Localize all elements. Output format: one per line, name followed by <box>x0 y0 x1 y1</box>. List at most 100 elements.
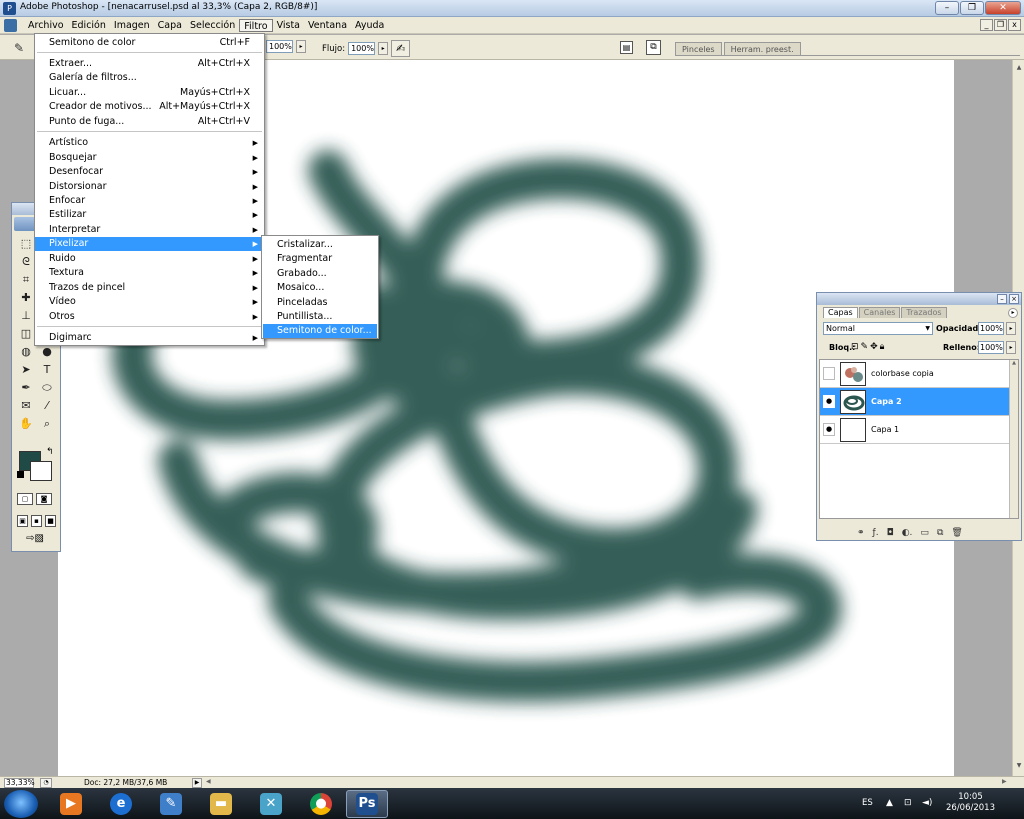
system-clock[interactable]: 10:05 26/06/2013 <box>946 792 995 814</box>
panel-menu-icon[interactable]: ▸ <box>1008 308 1018 318</box>
tab-trazados[interactable]: Trazados <box>901 307 947 318</box>
minimize-button[interactable]: – <box>935 1 959 15</box>
menu-item-distorsionar[interactable]: Distorsionar ▶ <box>35 180 264 194</box>
submenu-item-cristalizar[interactable]: Cristalizar... <box>263 238 377 252</box>
swap-colors-icon[interactable]: ↰ <box>46 447 54 457</box>
lock-all-icon[interactable]: 🔒︎ <box>880 342 887 352</box>
doc-minimize-button[interactable]: _ <box>980 19 993 31</box>
new-group-icon[interactable]: ▭ <box>920 528 929 538</box>
menu-capa[interactable]: Capa <box>154 19 186 32</box>
menu-item-interpretar[interactable]: Interpretar ▶ <box>35 223 264 237</box>
fill-arrow-icon[interactable]: ▸ <box>1006 341 1016 354</box>
jump-to-imageready-icon[interactable]: ⇨▧ <box>17 534 53 546</box>
menu-item-enfocar[interactable]: Enfocar ▶ <box>35 194 264 208</box>
menu-item-extraer[interactable]: Extraer... Alt+Ctrl+X <box>35 57 264 71</box>
tab-capas[interactable]: Capas <box>823 307 858 318</box>
doc-restore-button[interactable]: ❐ <box>994 19 1007 31</box>
menu-ventana[interactable]: Ventana <box>304 19 351 32</box>
start-button[interactable] <box>4 790 38 818</box>
submenu-item-grabado[interactable]: Grabado... <box>263 267 377 281</box>
doc-close-button[interactable]: x <box>1008 19 1021 31</box>
palette-options-icon[interactable]: ▤ <box>620 41 633 54</box>
flow-input[interactable]: 100% <box>348 42 376 55</box>
quick-mask-mode-icon[interactable]: ◙ <box>36 493 52 505</box>
layers-scrollbar[interactable]: ▲ <box>1009 360 1018 518</box>
submenu-item-semitono-color[interactable]: Semitono de color... <box>263 324 377 338</box>
menu-item-last-filter[interactable]: Semitono de color Ctrl+F <box>35 36 264 50</box>
layer-row[interactable]: colorbase copia <box>820 360 1009 388</box>
lock-position-icon[interactable]: ✥ <box>870 342 880 352</box>
taskbar-chrome[interactable]: ● <box>300 790 342 818</box>
show-hidden-icons-icon[interactable]: ▲ <box>886 798 893 808</box>
submenu-item-fragmentar[interactable]: Fragmentar <box>263 252 377 266</box>
panel-minimize-icon[interactable]: – <box>997 294 1007 304</box>
taskbar-file-explorer[interactable]: ▬ <box>200 790 242 818</box>
layer-row-selected[interactable]: ● Capa 2 <box>820 388 1009 416</box>
airbrush-icon[interactable]: ✍ <box>391 40 411 57</box>
menu-item-video[interactable]: Vídeo ▶ <box>35 295 264 309</box>
menu-imagen[interactable]: Imagen <box>110 19 154 32</box>
lock-pixels-icon[interactable]: ✎ <box>861 342 871 352</box>
menu-seleccion[interactable]: Selección <box>186 19 239 32</box>
menu-vista[interactable]: Vista <box>273 19 304 32</box>
type-tool-icon[interactable]: T <box>38 362 56 377</box>
scroll-down-icon[interactable]: ▼ <box>1014 762 1024 772</box>
layers-panel-header[interactable]: – × <box>817 293 1021 305</box>
eraser-tool-icon[interactable]: ◫ <box>17 326 35 341</box>
standard-screen-mode-icon[interactable]: ▣ <box>17 515 28 527</box>
flow-arrow-icon[interactable]: ▸ <box>378 42 389 55</box>
blur-tool-icon[interactable]: ◍ <box>17 344 35 359</box>
new-layer-icon[interactable]: ⧉ <box>937 528 943 538</box>
menu-item-trazos-pincel[interactable]: Trazos de pincel ▶ <box>35 281 264 295</box>
healing-brush-tool-icon[interactable]: ✚ <box>17 290 35 305</box>
scroll-up-icon[interactable]: ▲ <box>1014 64 1024 74</box>
fill-input[interactable]: 100% <box>978 341 1004 354</box>
menu-item-creador-motivos[interactable]: Creador de motivos... Alt+Mayús+Ctrl+X <box>35 100 264 114</box>
clone-stamp-tool-icon[interactable]: ⊥ <box>17 308 35 323</box>
close-button[interactable]: ✕ <box>985 1 1021 15</box>
maximize-button[interactable]: ❐ <box>960 1 984 15</box>
lasso-tool-icon[interactable]: ᘓ <box>17 254 35 269</box>
visibility-toggle[interactable] <box>823 367 835 380</box>
full-screen-mode-icon[interactable]: ■ <box>45 515 56 527</box>
tab-pinceles[interactable]: Pinceles <box>675 42 722 56</box>
eye-icon[interactable]: ● <box>823 423 835 436</box>
menu-archivo[interactable]: Archivo <box>24 19 68 32</box>
menu-item-ruido[interactable]: Ruido ▶ <box>35 252 264 266</box>
layer-opacity-arrow-icon[interactable]: ▸ <box>1006 322 1016 335</box>
menu-item-estilizar[interactable]: Estilizar ▶ <box>35 208 264 222</box>
eyedropper-tool-icon[interactable]: ⁄ <box>38 398 56 413</box>
crop-tool-icon[interactable]: ⌗ <box>17 272 35 287</box>
opacity-input[interactable]: 100% <box>266 40 293 53</box>
menu-item-desenfocar[interactable]: Desenfocar ▶ <box>35 165 264 179</box>
path-selection-tool-icon[interactable]: ➤ <box>17 362 35 377</box>
tab-herramientas-preestablecidas[interactable]: Herram. preest. <box>723 42 801 56</box>
taskbar-paint[interactable]: ✎ <box>150 790 192 818</box>
panel-close-icon[interactable]: × <box>1009 294 1019 304</box>
link-layers-icon[interactable]: ⚭ <box>857 528 865 538</box>
zoom-level-input[interactable]: 33,33% <box>4 778 35 788</box>
menu-item-pixelizar[interactable]: Pixelizar ▶ <box>35 237 264 251</box>
menu-item-otros[interactable]: Otros ▶ <box>35 310 264 324</box>
blend-mode-select[interactable]: Normal ▼ <box>823 322 933 335</box>
delete-layer-icon[interactable]: 🗑︎ <box>951 528 962 538</box>
zoom-preview-icon[interactable]: ◔ <box>40 778 52 788</box>
full-screen-menu-mode-icon[interactable]: ▪ <box>31 515 42 527</box>
menu-item-digimarc[interactable]: Digimarc ▶ <box>35 331 264 345</box>
status-menu-arrow-icon[interactable]: ▶ <box>192 778 202 788</box>
shape-tool-icon[interactable]: ⬭ <box>38 380 56 395</box>
menu-item-artistico[interactable]: Artístico ▶ <box>35 136 264 150</box>
menu-filtro[interactable]: Filtro <box>239 19 273 32</box>
menu-item-punto-fuga[interactable]: Punto de fuga... Alt+Ctrl+V <box>35 115 264 129</box>
lock-transparency-icon[interactable]: ⊡ <box>851 342 861 352</box>
menu-item-textura[interactable]: Textura ▶ <box>35 266 264 280</box>
default-colors-icon[interactable] <box>17 471 24 478</box>
notes-tool-icon[interactable]: ✉ <box>17 398 35 413</box>
submenu-item-pinceladas[interactable]: Pinceladas <box>263 296 377 310</box>
menu-ayuda[interactable]: Ayuda <box>351 19 388 32</box>
layer-style-icon[interactable]: ƒ. <box>873 528 879 538</box>
brush-tool-icon[interactable]: ✎ <box>14 41 24 55</box>
scroll-left-icon[interactable]: ◀ <box>206 778 211 785</box>
scroll-right-icon[interactable]: ▶ <box>1002 778 1007 785</box>
pen-tool-icon[interactable]: ✒ <box>17 380 35 395</box>
